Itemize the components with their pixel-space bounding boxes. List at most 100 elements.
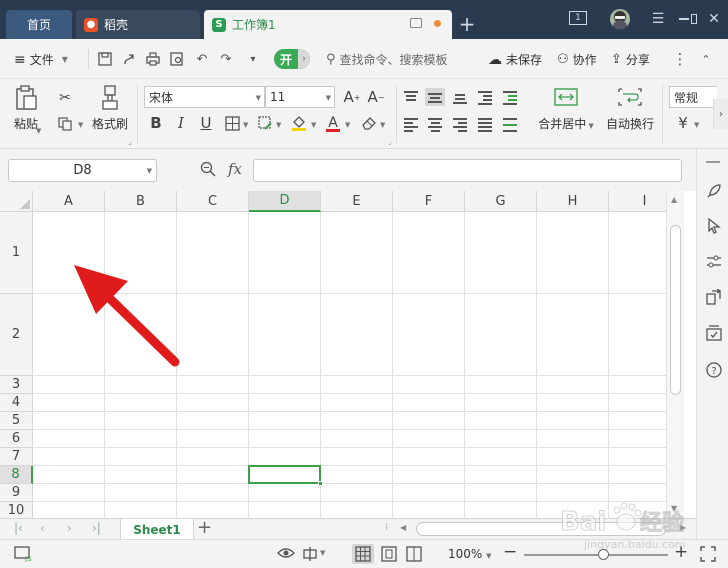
currency-dropdown-icon[interactable]: ▼ xyxy=(694,121,699,129)
normal-view-icon[interactable] xyxy=(352,544,374,564)
collapse-ribbon-icon[interactable]: ⌃ xyxy=(697,50,715,68)
last-sheet-icon[interactable]: ›| xyxy=(92,521,101,535)
fill-handle[interactable] xyxy=(318,481,323,486)
collaborate-button[interactable]: ⚇ 协作 xyxy=(557,51,597,68)
fullscreen-icon[interactable] xyxy=(700,546,716,565)
wrap-text-button[interactable]: 自动换行 xyxy=(603,88,657,132)
rocket-icon[interactable] xyxy=(705,182,723,200)
scroll-up-icon[interactable]: ▲ xyxy=(671,195,677,204)
row-header-8[interactable]: 8 xyxy=(0,466,33,484)
align-top-icon[interactable] xyxy=(401,88,421,106)
avatar[interactable] xyxy=(610,9,630,29)
formula-input[interactable] xyxy=(253,159,682,182)
save-icon[interactable] xyxy=(96,50,114,68)
add-sheet-icon[interactable]: + xyxy=(197,517,212,538)
zoom-in-icon[interactable]: + xyxy=(674,542,688,562)
print-preview-icon[interactable] xyxy=(168,50,186,68)
prev-sheet-icon[interactable]: ‹ xyxy=(40,521,45,535)
vertical-scrollbar[interactable]: ▲ ▼ xyxy=(666,191,684,518)
new-tab-icon[interactable]: + xyxy=(455,12,479,36)
increase-font-icon[interactable]: A + xyxy=(341,86,363,108)
name-box[interactable]: D8 ▼ xyxy=(8,159,157,182)
backup-icon[interactable] xyxy=(705,324,723,342)
file-menu[interactable]: ≡ 文件 ▼ xyxy=(14,51,68,68)
transform-icon[interactable] xyxy=(705,288,723,306)
align-center-icon[interactable] xyxy=(425,115,445,133)
column-header-g[interactable]: G xyxy=(465,191,537,212)
sheet-tab-sheet1[interactable]: Sheet1 xyxy=(120,519,194,540)
row-header-6[interactable]: 6 xyxy=(0,430,33,448)
maximize-icon[interactable] xyxy=(677,10,697,28)
paste-dropdown-icon[interactable]: ▼ xyxy=(36,127,41,135)
align-middle-icon[interactable] xyxy=(425,88,445,106)
redo-icon[interactable]: ↷ xyxy=(217,50,235,68)
page-break-view-icon[interactable] xyxy=(405,546,423,565)
clear-format-icon[interactable] xyxy=(358,112,380,134)
scroll-right-icon[interactable]: ▶ xyxy=(680,523,686,532)
row-header-1[interactable]: 1 xyxy=(0,212,33,294)
align-right-icon[interactable] xyxy=(450,115,470,133)
row-header-5[interactable]: 5 xyxy=(0,412,33,430)
spreadsheet-grid[interactable]: ABCDEFGHI 1 2 3 4 5 6 7 8 9 10 ▲ ▼ xyxy=(0,191,696,518)
chevron-down-icon[interactable]: ▼ xyxy=(320,549,325,557)
window-count-badge[interactable]: 1 xyxy=(569,11,587,25)
number-format-select[interactable]: 常规 xyxy=(669,86,717,108)
export-pdf-icon[interactable] xyxy=(120,50,138,68)
borders-dropdown-icon[interactable]: ▼ xyxy=(243,121,248,129)
column-header-h[interactable]: H xyxy=(537,191,609,212)
column-header-b[interactable]: B xyxy=(105,191,177,212)
tab-daoke[interactable]: ● 稻壳 xyxy=(76,10,200,39)
bold-icon[interactable]: B xyxy=(145,112,167,134)
font-name-select[interactable]: 宋体 ▼ xyxy=(144,86,265,108)
font-expand-icon[interactable]: ⌟ xyxy=(388,137,392,146)
sliders-icon[interactable] xyxy=(705,253,723,271)
first-sheet-icon[interactable]: |‹ xyxy=(14,521,23,535)
column-header-a[interactable]: A xyxy=(33,191,105,212)
paste-button[interactable]: 粘贴 xyxy=(10,85,42,132)
page-layout-view-icon[interactable] xyxy=(380,546,398,565)
row-header-2[interactable]: 2 xyxy=(0,294,33,376)
help-icon[interactable]: ? xyxy=(705,361,723,379)
column-header-d[interactable]: D xyxy=(249,191,321,212)
vertical-scroll-thumb[interactable] xyxy=(670,225,681,395)
font-size-select[interactable]: 11 ▼ xyxy=(265,86,335,108)
cell-style-dropdown-icon[interactable]: ▼ xyxy=(276,121,281,129)
fill-color-icon[interactable] xyxy=(288,112,310,134)
layout-center-icon[interactable] xyxy=(302,546,318,565)
row-header-10[interactable]: 10 xyxy=(0,502,33,518)
row-header-3[interactable]: 3 xyxy=(0,376,33,394)
clear-format-dropdown-icon[interactable]: ▼ xyxy=(380,121,385,129)
increase-indent-icon[interactable] xyxy=(500,88,520,106)
fx-icon[interactable]: fx xyxy=(228,160,242,178)
zoom-slider-thumb[interactable] xyxy=(598,549,610,560)
tab-home[interactable]: 首页 xyxy=(6,10,72,39)
row-header-4[interactable]: 4 xyxy=(0,394,33,412)
zoom-formula-icon[interactable] xyxy=(200,161,218,179)
decrease-font-icon[interactable]: A − xyxy=(365,86,387,108)
tab-workbook[interactable]: S 工作簿1 xyxy=(204,10,452,39)
currency-icon[interactable]: ¥ xyxy=(672,112,694,134)
share-button[interactable]: ⇪ 分享 xyxy=(611,51,650,68)
row-header-9[interactable]: 9 xyxy=(0,484,33,502)
macro-record-icon[interactable]: JS xyxy=(14,546,32,565)
column-header-c[interactable]: C xyxy=(177,191,249,212)
select-all-corner[interactable] xyxy=(0,191,33,212)
close-icon[interactable]: ✕ xyxy=(704,10,724,28)
cursor-select-icon[interactable] xyxy=(705,217,723,235)
scroll-left-icon[interactable]: ◀ xyxy=(400,523,406,532)
italic-icon[interactable]: I xyxy=(170,112,192,134)
clipboard-expand-icon[interactable]: ⌟ xyxy=(128,137,132,146)
zoom-slider[interactable] xyxy=(524,549,668,560)
unsaved-button[interactable]: ☁ 未保存 xyxy=(488,51,542,68)
underline-icon[interactable]: U xyxy=(195,112,217,134)
monitor-icon[interactable] xyxy=(410,18,422,28)
column-header-e[interactable]: E xyxy=(321,191,393,212)
next-sheet-icon[interactable]: › xyxy=(67,521,72,535)
undo-icon[interactable]: ↶ xyxy=(193,50,211,68)
ribbon-scroll-right-icon[interactable]: › xyxy=(713,99,728,129)
scroll-down-icon[interactable]: ▼ xyxy=(671,504,677,513)
justify-icon[interactable] xyxy=(475,115,495,133)
font-color-icon[interactable]: A xyxy=(322,112,344,134)
decrease-indent-icon[interactable] xyxy=(475,88,495,106)
align-bottom-icon[interactable] xyxy=(450,88,470,106)
